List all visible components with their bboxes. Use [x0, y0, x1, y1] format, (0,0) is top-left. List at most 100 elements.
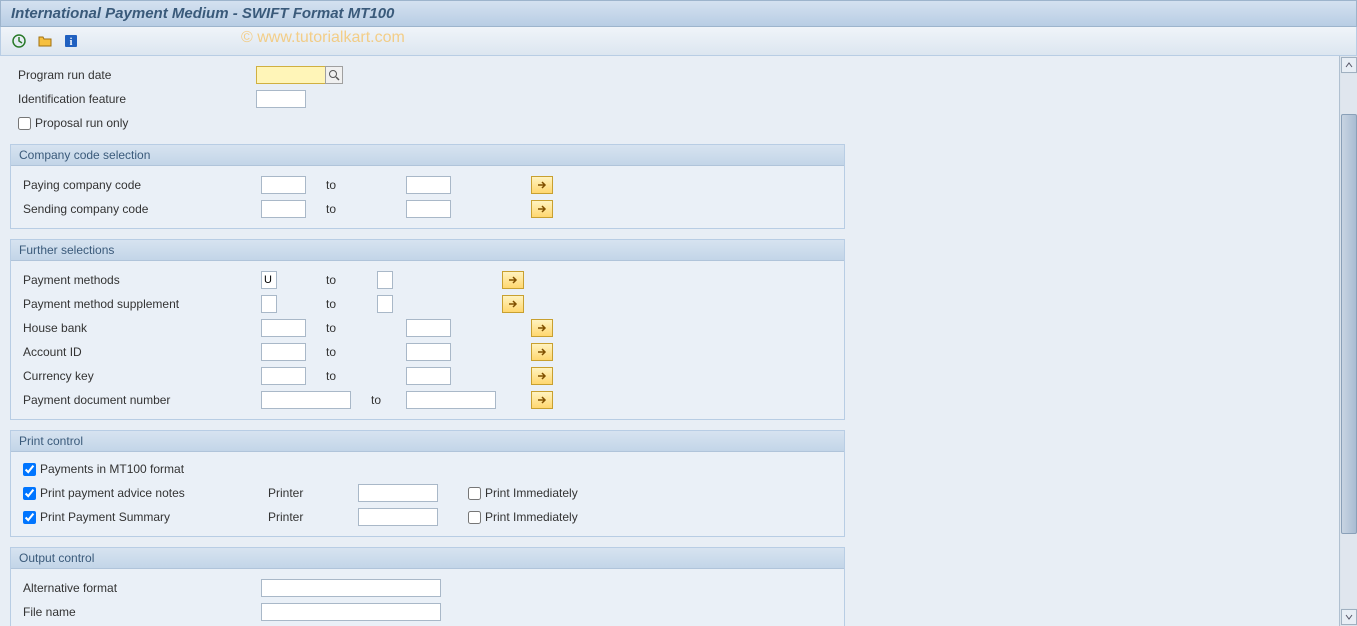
proposal-run-checkbox[interactable] [18, 117, 31, 130]
account-id-multi[interactable] [531, 343, 553, 361]
account-id-to[interactable] [406, 343, 451, 361]
company-code-group: Company code selection Paying company co… [10, 144, 845, 229]
sending-company-from[interactable] [261, 200, 306, 218]
further-selections-group: Further selections Payment methods to Pa… [10, 239, 845, 420]
arrow-right-icon [536, 204, 548, 214]
file-name-input[interactable] [261, 603, 441, 621]
to-label: to [306, 178, 406, 192]
further-selections-title: Further selections [11, 240, 844, 261]
print-control-title: Print control [11, 431, 844, 452]
currency-key-from[interactable] [261, 367, 306, 385]
currency-key-label: Currency key [11, 369, 261, 383]
output-control-group: Output control Alternative format File n… [10, 547, 845, 626]
sending-company-to[interactable] [406, 200, 451, 218]
arrow-right-icon [507, 299, 519, 309]
scroll-thumb[interactable] [1341, 114, 1357, 534]
summary-immediate-label: Print Immediately [481, 510, 578, 524]
scroll-down-button[interactable] [1341, 609, 1357, 625]
chevron-down-icon [1345, 613, 1353, 621]
payment-methods-multi[interactable] [502, 271, 524, 289]
clock-execute-icon [11, 33, 27, 49]
program-run-date-label: Program run date [6, 68, 256, 82]
house-bank-to[interactable] [406, 319, 451, 337]
to-label: to [306, 369, 406, 383]
advice-immediate-checkbox[interactable] [468, 487, 481, 500]
house-bank-multi[interactable] [531, 319, 553, 337]
house-bank-label: House bank [11, 321, 261, 335]
summary-checkbox[interactable] [23, 511, 36, 524]
payment-docnum-from[interactable] [261, 391, 351, 409]
watermark: © www.tutorialkart.com [241, 29, 405, 47]
arrow-right-icon [536, 323, 548, 333]
proposal-run-label: Proposal run only [35, 116, 128, 130]
payment-methods-from[interactable] [261, 271, 277, 289]
page-title: International Payment Medium - SWIFT For… [11, 5, 394, 22]
summary-label: Print Payment Summary [36, 510, 268, 524]
program-run-date-f4[interactable] [325, 66, 343, 84]
company-code-group-title: Company code selection [11, 145, 844, 166]
printer-label: Printer [268, 486, 358, 500]
chevron-up-icon [1345, 61, 1353, 69]
payment-supplement-from[interactable] [261, 295, 277, 313]
arrow-right-icon [536, 180, 548, 190]
print-control-group: Print control Payments in MT100 format P… [10, 430, 845, 537]
alt-format-input[interactable] [261, 579, 441, 597]
payment-supplement-label: Payment method supplement [11, 297, 261, 311]
identification-input[interactable] [256, 90, 306, 108]
payment-docnum-label: Payment document number [11, 393, 261, 407]
scroll-track[interactable] [1341, 74, 1357, 608]
sending-company-multi[interactable] [531, 200, 553, 218]
identification-label: Identification feature [6, 92, 256, 106]
paying-company-label: Paying company code [11, 178, 261, 192]
content-area: Program run date Identification feature … [0, 56, 1357, 626]
to-label: to [306, 202, 406, 216]
to-label: to [277, 273, 377, 287]
house-bank-from[interactable] [261, 319, 306, 337]
arrow-right-icon [536, 395, 548, 405]
toolbar: i © www.tutorialkart.com [0, 27, 1357, 56]
summary-printer-input[interactable] [358, 508, 438, 526]
to-label: to [277, 297, 377, 311]
paying-company-to[interactable] [406, 176, 451, 194]
advice-immediate-label: Print Immediately [481, 486, 578, 500]
arrow-right-icon [507, 275, 519, 285]
to-label: to [306, 345, 406, 359]
paying-company-from[interactable] [261, 176, 306, 194]
to-label: to [351, 393, 406, 407]
output-control-title: Output control [11, 548, 844, 569]
program-run-date-input[interactable] [256, 66, 326, 84]
scroll-up-button[interactable] [1341, 57, 1357, 73]
execute-button[interactable] [9, 31, 29, 51]
mt100-label: Payments in MT100 format [40, 462, 184, 476]
payment-supplement-multi[interactable] [502, 295, 524, 313]
search-help-icon [328, 69, 340, 81]
svg-text:i: i [70, 37, 73, 48]
payment-docnum-to[interactable] [406, 391, 496, 409]
mt100-checkbox[interactable] [23, 463, 36, 476]
arrow-right-icon [536, 371, 548, 381]
alt-format-label: Alternative format [11, 581, 261, 595]
payment-docnum-multi[interactable] [531, 391, 553, 409]
currency-key-to[interactable] [406, 367, 451, 385]
advice-label: Print payment advice notes [36, 486, 268, 500]
account-id-label: Account ID [11, 345, 261, 359]
vertical-scrollbar[interactable] [1339, 56, 1357, 626]
info-button[interactable]: i [61, 31, 81, 51]
page-title-bar: International Payment Medium - SWIFT For… [0, 0, 1357, 27]
to-label: to [306, 321, 406, 335]
currency-key-multi[interactable] [531, 367, 553, 385]
sending-company-label: Sending company code [11, 202, 261, 216]
payment-methods-to[interactable] [377, 271, 393, 289]
paying-company-multi[interactable] [531, 176, 553, 194]
printer-label: Printer [268, 510, 358, 524]
payment-methods-label: Payment methods [11, 273, 261, 287]
info-icon: i [64, 34, 78, 48]
advice-checkbox[interactable] [23, 487, 36, 500]
folder-icon [37, 33, 53, 49]
payment-supplement-to[interactable] [377, 295, 393, 313]
get-variant-button[interactable] [35, 31, 55, 51]
advice-printer-input[interactable] [358, 484, 438, 502]
summary-immediate-checkbox[interactable] [468, 511, 481, 524]
account-id-from[interactable] [261, 343, 306, 361]
file-name-label: File name [11, 605, 261, 619]
